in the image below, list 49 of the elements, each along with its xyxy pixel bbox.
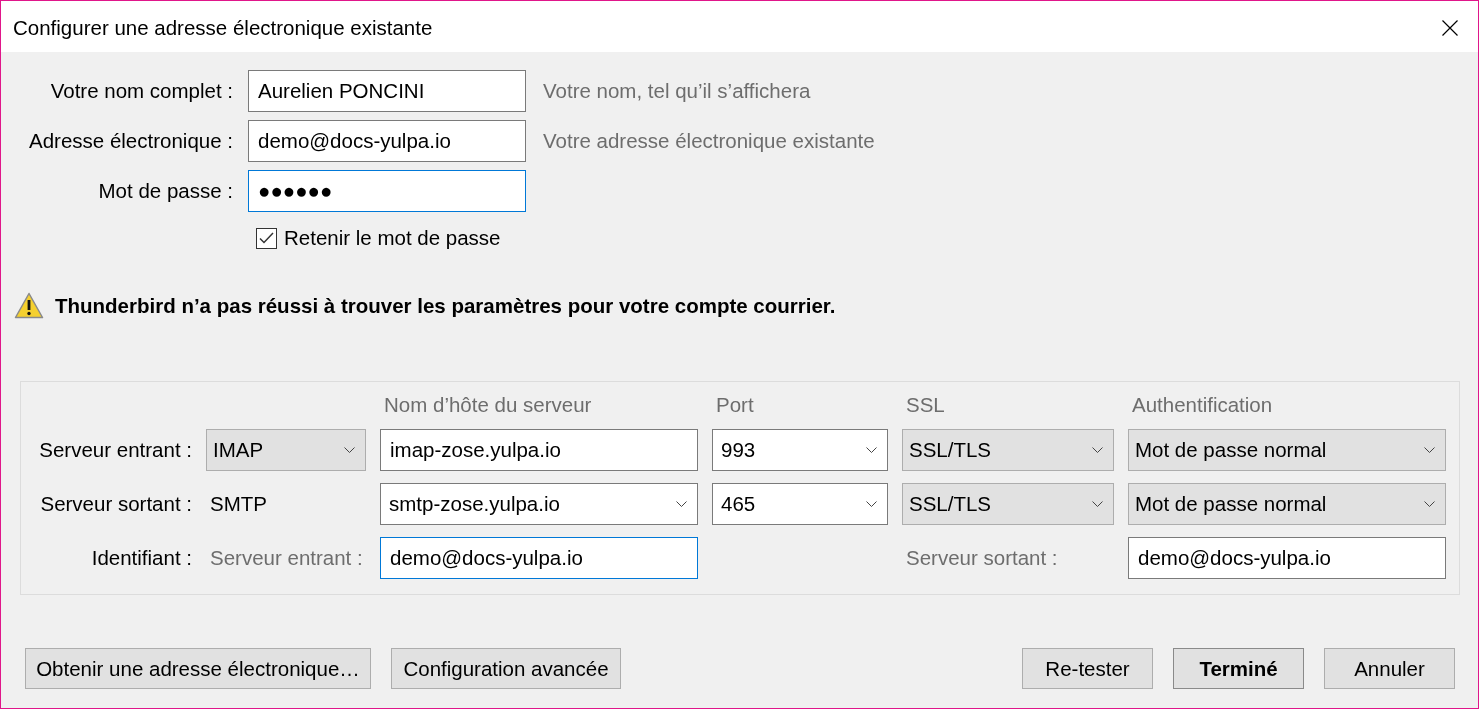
incoming-server-label: Serveur entrant : [209, 546, 363, 570]
protocol-dropdown[interactable]: IMAP [206, 429, 366, 471]
hostname-field[interactable]: imap-zose.yulpa.io [380, 429, 698, 471]
ssl-dropdown[interactable]: SSL/TLS [902, 483, 1114, 525]
input-field[interactable]: demo@docs-yulpa.io [248, 120, 526, 162]
chevron-down-icon [866, 447, 877, 453]
chevron-down-icon [676, 501, 687, 507]
column-header: Authentification [1131, 393, 1273, 417]
server-label: Serveur sortant : [40, 492, 192, 516]
close-icon[interactable] [1442, 19, 1458, 36]
dialog-button[interactable]: Terminé [1173, 648, 1304, 689]
window-title: Configurer une adresse électronique existante [13, 15, 433, 40]
chevron-down-icon [866, 501, 877, 507]
input-field[interactable]: ●●●●●● [248, 170, 526, 212]
field-label: Mot de passe : [97, 179, 233, 203]
hostname-combo-box[interactable]: smtp-zose.yulpa.io [380, 483, 698, 525]
field-label: Votre nom complet : [49, 79, 233, 103]
chevron-down-icon [1092, 501, 1103, 507]
outgoing-server-label: Serveur sortant : [905, 546, 1058, 570]
remember-password-label[interactable]: Retenir le mot de passe [284, 226, 501, 250]
username-label: Identifiant : [91, 546, 192, 570]
dialog-button[interactable]: Configuration avancée [391, 648, 621, 689]
field-hint: Votre nom, tel qu’il s’affichera [543, 79, 811, 103]
server-label: Serveur entrant : [39, 438, 192, 462]
input-field[interactable]: Aurelien PONCINI [248, 70, 526, 112]
dialog-button[interactable]: Obtenir une adresse électronique… [25, 648, 371, 689]
checkbox[interactable] [256, 227, 277, 249]
column-header: SSL [905, 393, 945, 417]
username-field[interactable]: demo@docs-yulpa.io [380, 537, 698, 579]
chevron-down-icon [1092, 447, 1103, 453]
chevron-down-icon [1424, 447, 1435, 453]
warning-icon [14, 292, 44, 319]
protocol-label: SMTP [209, 492, 267, 516]
username-field[interactable]: demo@docs-yulpa.io [1128, 537, 1446, 579]
dialog-button[interactable]: Annuler [1324, 648, 1455, 689]
dialog-button[interactable]: Re-tester [1022, 648, 1153, 689]
authentication-dropdown[interactable]: Mot de passe normal [1128, 483, 1446, 525]
chevron-down-icon [344, 447, 355, 453]
ssl-dropdown[interactable]: SSL/TLS [902, 429, 1114, 471]
warning-message: Thunderbird n’a pas réussi à trouver les paramètres pour votre compte courrier. [55, 293, 836, 318]
authentication-dropdown[interactable]: Mot de passe normal [1128, 429, 1446, 471]
port-combo-box[interactable]: 993 [712, 429, 888, 471]
chevron-down-icon [1424, 501, 1435, 507]
checkmark-icon [259, 232, 274, 244]
column-header: Port [715, 393, 754, 417]
column-header: Nom d’hôte du serveur [383, 393, 592, 417]
field-hint: Votre adresse électronique existante [543, 129, 875, 153]
field-label: Adresse électronique : [28, 129, 233, 153]
port-combo-box[interactable]: 465 [712, 483, 888, 525]
